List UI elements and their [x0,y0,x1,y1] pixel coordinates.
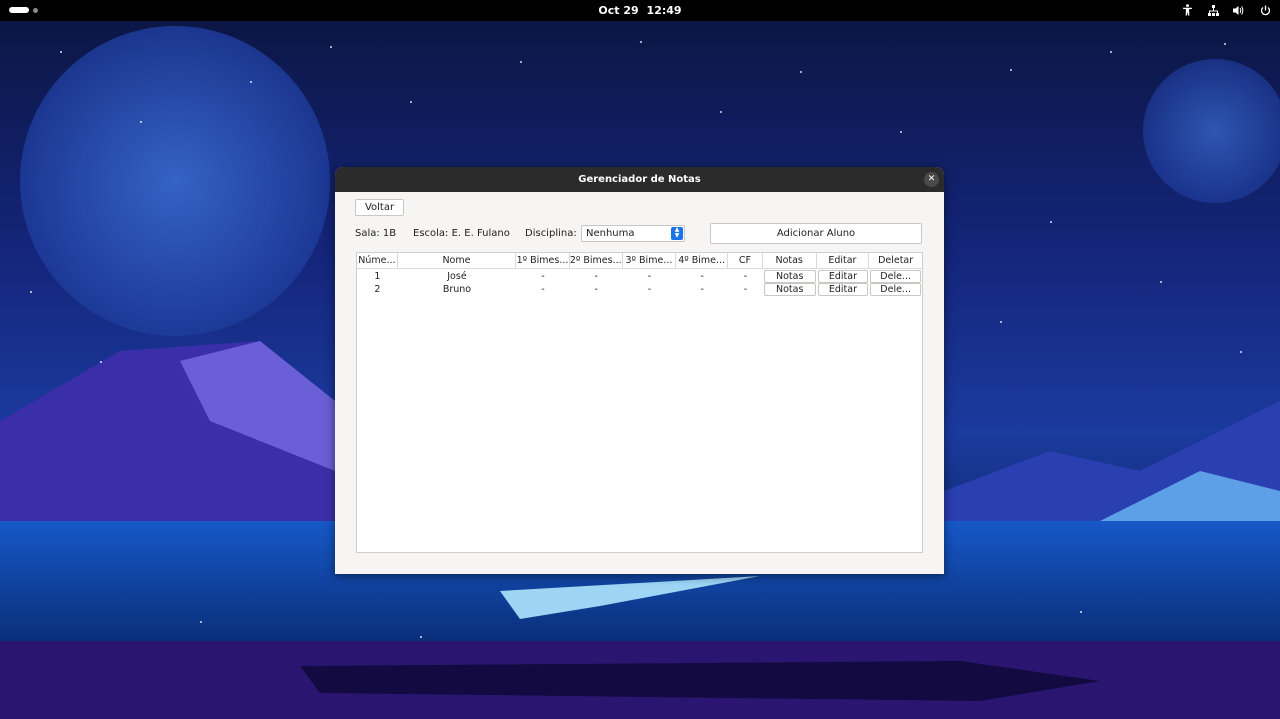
cell-bim2: - [594,284,598,295]
sala-label: Sala: 1B [355,228,397,239]
accessibility-icon[interactable] [1180,3,1194,17]
cell-nome: Bruno [442,284,472,295]
header-deletar[interactable]: Deletar [869,253,922,268]
cell-numero: 2 [374,284,381,295]
header-nome[interactable]: Nome [398,253,517,268]
cell-numero: 1 [374,271,381,282]
cell-bim1: - [541,271,545,282]
app-window: Gerenciador de Notas ✕ Voltar Sala: 1B E… [335,167,944,574]
power-icon[interactable] [1258,3,1272,17]
students-table: Núme... Nome 1º Bimes... 2º Bimes... 3º … [356,252,923,553]
header-bim4[interactable]: 4º Bime... [676,253,729,268]
add-student-button[interactable]: Adicionar Aluno [710,223,922,244]
window-title: Gerenciador de Notas [578,174,701,185]
cell-bim4: - [700,271,704,282]
editar-button[interactable]: Editar [817,270,869,283]
cell-cf: - [743,271,748,282]
cell-bim2: - [594,271,598,282]
cell-cf: - [743,284,748,295]
notas-button[interactable]: Notas [763,270,816,283]
network-icon[interactable] [1206,3,1220,17]
header-bim2[interactable]: 2º Bimes... [570,253,623,268]
cell-nome: José [447,271,467,282]
back-button[interactable]: Voltar [355,199,404,216]
system-tray[interactable] [1180,3,1272,17]
table-row[interactable]: 2 Bruno - - - - - Notas Editar Dele... [357,283,922,296]
table-header: Núme... Nome 1º Bimes... 2º Bimes... 3º … [357,253,922,269]
editar-button[interactable]: Editar [817,283,869,296]
close-button[interactable]: ✕ [924,172,939,187]
volume-icon[interactable] [1232,3,1246,17]
escola-label: Escola: E. E. Fulano [413,228,510,239]
header-editar[interactable]: Editar [817,253,870,268]
cell-bim3: - [647,271,652,282]
disciplina-select[interactable]: Nenhuma ▲ ▼ [581,225,685,242]
cell-bim4: - [700,284,704,295]
header-numero[interactable]: Núme... [357,253,398,268]
disciplina-value: Nenhuma [586,228,635,239]
chevron-updown-icon: ▲ ▼ [671,227,683,240]
window-titlebar[interactable]: Gerenciador de Notas ✕ [335,167,944,192]
deletar-button[interactable]: Dele... [870,270,921,283]
cell-bim3: - [647,284,652,295]
clock-date: Oct 29 [598,4,639,17]
clock-time: 12:49 [646,4,682,17]
top-bar: Oct 29 12:49 [0,0,1280,21]
header-bim1[interactable]: 1º Bimes... [516,253,570,268]
table-row[interactable]: 1 José - - - - - Notas Editar Dele... [357,270,922,283]
header-cf[interactable]: CF [728,253,763,268]
close-icon: ✕ [927,174,936,184]
header-bim3[interactable]: 3º Bime... [623,253,677,268]
disciplina-label: Disciplina: [525,228,577,239]
notas-button[interactable]: Notas [763,283,816,296]
cell-bim1: - [541,284,545,295]
header-notas[interactable]: Notas [763,253,817,268]
deletar-button[interactable]: Dele... [870,283,921,296]
clock[interactable]: Oct 29 12:49 [0,4,1280,17]
